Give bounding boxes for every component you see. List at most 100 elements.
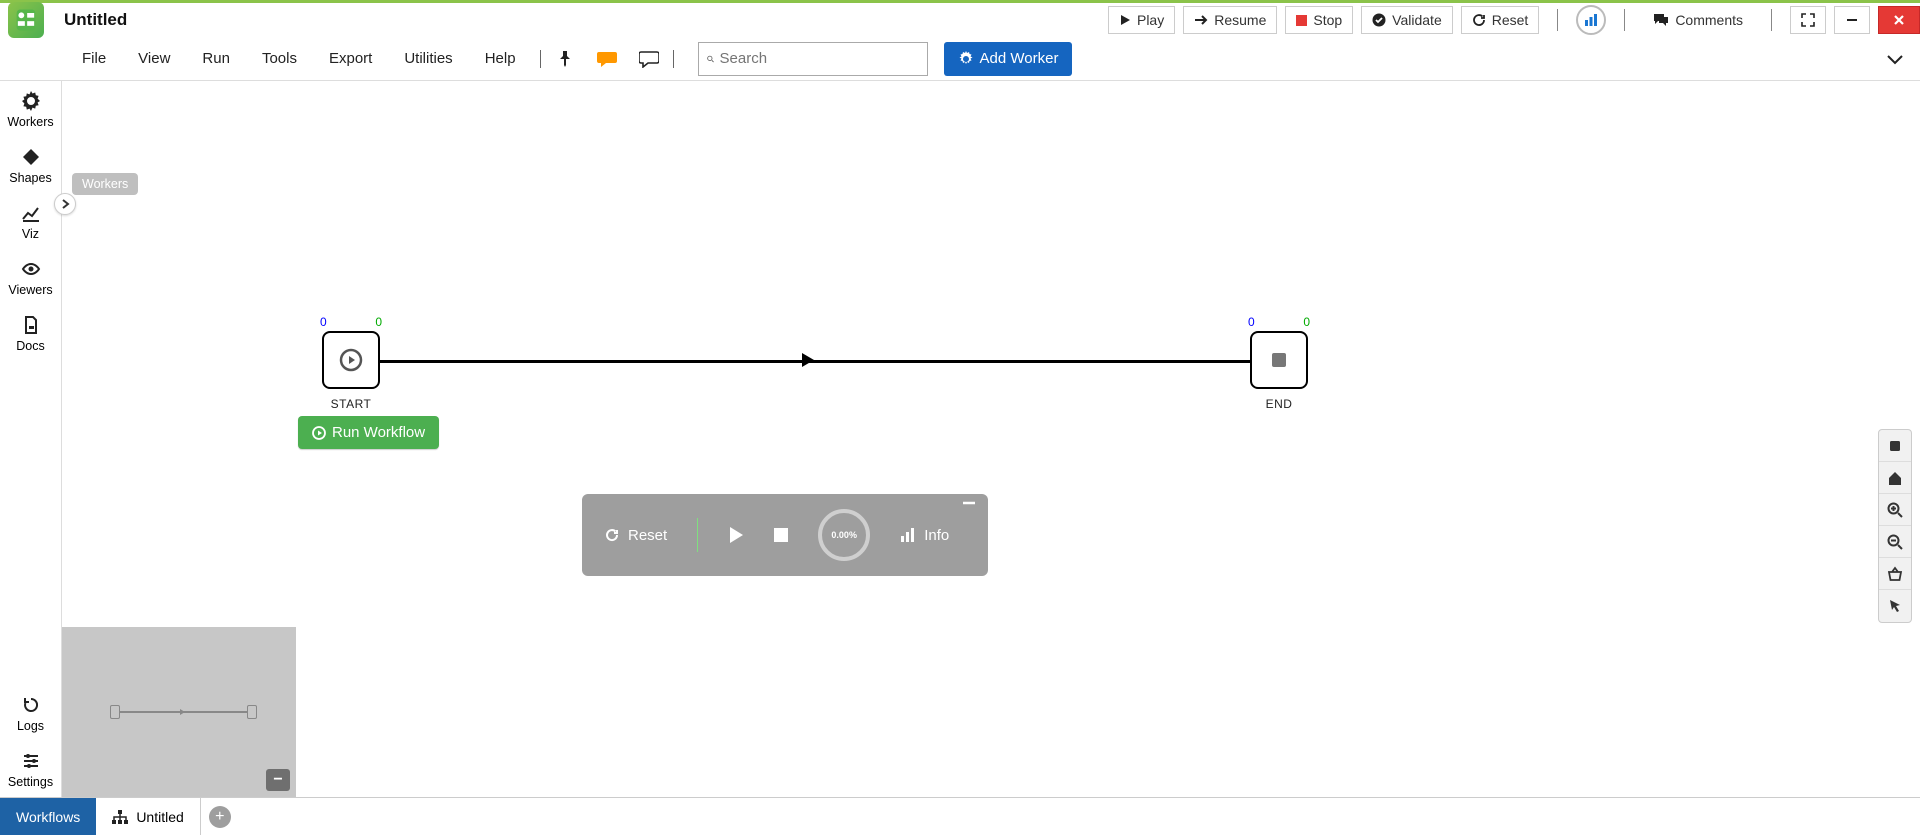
panel-info-button[interactable]: Info — [900, 527, 949, 544]
workflow-canvas[interactable]: 0 0 START 0 0 END Run Workflow — [62, 81, 1920, 797]
progress-circle: 0.00% — [818, 509, 870, 561]
minimap-end-node — [247, 705, 257, 719]
port-count-in: 0 — [1248, 315, 1255, 329]
pointer-button[interactable] — [1879, 590, 1911, 622]
search-box[interactable] — [698, 42, 928, 76]
comments-button[interactable]: Comments — [1643, 6, 1753, 34]
history-icon — [21, 695, 41, 715]
search-input[interactable] — [720, 50, 919, 67]
title-bar: Untitled Play Resume Stop Validate Reset — [0, 3, 1920, 37]
port-count-out: 0 — [375, 315, 382, 329]
basket-button[interactable] — [1879, 558, 1911, 590]
tab-untitled[interactable]: Untitled — [96, 798, 200, 835]
fit-button[interactable] — [1879, 430, 1911, 462]
collapse-header-button[interactable] — [1886, 53, 1904, 65]
chevron-down-icon — [1886, 53, 1904, 65]
start-node[interactable]: 0 0 START — [322, 331, 380, 389]
panel-play-button[interactable] — [728, 526, 744, 544]
add-tab-area: + — [201, 798, 239, 835]
port-count-in: 0 — [320, 315, 327, 329]
stats-button[interactable] — [1576, 5, 1606, 35]
close-icon — [1892, 13, 1906, 27]
menu-view[interactable]: View — [124, 44, 184, 73]
validate-button[interactable]: Validate — [1361, 6, 1453, 34]
minimap-arrowhead — [180, 709, 185, 715]
reset-icon — [1472, 13, 1486, 27]
chat-filled-button[interactable] — [593, 45, 621, 73]
minimize-panel-button[interactable] — [962, 500, 976, 506]
eye-icon — [21, 259, 41, 279]
sidebar-item-viz[interactable]: Viz — [0, 193, 61, 249]
zoom-out-icon — [1887, 534, 1903, 550]
menu-utilities[interactable]: Utilities — [390, 44, 466, 73]
zoom-out-button[interactable] — [1879, 526, 1911, 558]
info-bars-icon — [900, 527, 916, 543]
document-title: Untitled — [64, 10, 127, 30]
menu-export[interactable]: Export — [315, 44, 386, 73]
basket-icon — [1887, 566, 1903, 582]
home-icon — [1887, 470, 1903, 486]
add-worker-button[interactable]: Add Worker — [944, 42, 1073, 76]
resume-arrow-icon — [1194, 14, 1208, 26]
stop-icon — [774, 528, 788, 542]
sidebar: Workers Shapes Viz Viewers Docs Logs Set… — [0, 81, 62, 797]
edge-arrowhead — [802, 353, 814, 367]
close-window-button[interactable] — [1878, 6, 1920, 34]
minimap-start-node — [110, 705, 120, 719]
sidebar-item-shapes[interactable]: Shapes — [0, 137, 61, 193]
reset-button[interactable]: Reset — [1461, 6, 1540, 34]
home-button[interactable] — [1879, 462, 1911, 494]
sidebar-item-viewers[interactable]: Viewers — [0, 249, 61, 305]
zoom-in-icon — [1887, 502, 1903, 518]
sidebar-item-workers[interactable]: Workers — [0, 81, 61, 137]
menu-run[interactable]: Run — [188, 44, 244, 73]
zoom-in-button[interactable] — [1879, 494, 1911, 526]
search-icon — [707, 51, 714, 67]
tab-workflows[interactable]: Workflows — [0, 798, 96, 835]
run-workflow-button[interactable]: Run Workflow — [298, 416, 439, 449]
sidebar-item-docs[interactable]: Docs — [0, 305, 61, 361]
app-logo — [8, 2, 44, 38]
add-tab-button[interactable]: + — [209, 806, 231, 828]
menu-file[interactable]: File — [68, 44, 120, 73]
panel-reset-button[interactable]: Reset — [604, 527, 667, 544]
cursor-icon — [1887, 598, 1903, 614]
comments-icon — [1653, 13, 1669, 27]
panel-stop-button[interactable] — [774, 528, 788, 542]
stop-square-icon — [1270, 351, 1288, 369]
sitemap-icon — [112, 810, 128, 824]
menu-tools[interactable]: Tools — [248, 44, 311, 73]
chat-outline-icon — [639, 50, 659, 68]
end-node[interactable]: 0 0 END — [1250, 331, 1308, 389]
menu-bar: File View Run Tools Export Utilities Hel… — [0, 37, 1920, 81]
status-panel[interactable]: Reset 0.00% Info — [582, 494, 988, 576]
bottom-tab-bar: Workflows Untitled + — [0, 797, 1920, 835]
line-chart-icon — [21, 203, 41, 223]
menu-help[interactable]: Help — [471, 44, 530, 73]
sidebar-item-logs[interactable]: Logs — [0, 685, 61, 741]
reset-icon — [604, 527, 620, 543]
stop-icon — [1296, 15, 1307, 26]
play-circle-icon — [312, 426, 326, 440]
chat-outline-button[interactable] — [635, 45, 663, 73]
minimize-icon — [1845, 13, 1859, 27]
resume-button[interactable]: Resume — [1183, 6, 1277, 34]
fullscreen-button[interactable] — [1790, 6, 1826, 34]
sidebar-item-settings[interactable]: Settings — [0, 741, 61, 797]
canvas-toolbar — [1878, 429, 1912, 623]
separator — [1624, 9, 1625, 31]
play-icon — [728, 526, 744, 544]
play-button[interactable]: Play — [1108, 6, 1175, 34]
minimap-collapse-button[interactable]: − — [266, 769, 290, 791]
minimap[interactable]: − — [62, 627, 296, 797]
gear-icon — [21, 91, 41, 111]
play-circle-icon — [339, 348, 363, 372]
main-area: Workers Shapes Viz Viewers Docs Logs Set… — [0, 81, 1920, 797]
pin-button[interactable] — [551, 45, 579, 73]
stop-button[interactable]: Stop — [1285, 6, 1353, 34]
minimize-window-button[interactable] — [1834, 6, 1870, 34]
bar-chart-icon — [1584, 13, 1598, 27]
separator — [697, 518, 698, 552]
workflow-edge[interactable] — [380, 360, 1250, 363]
sliders-icon — [21, 751, 41, 771]
